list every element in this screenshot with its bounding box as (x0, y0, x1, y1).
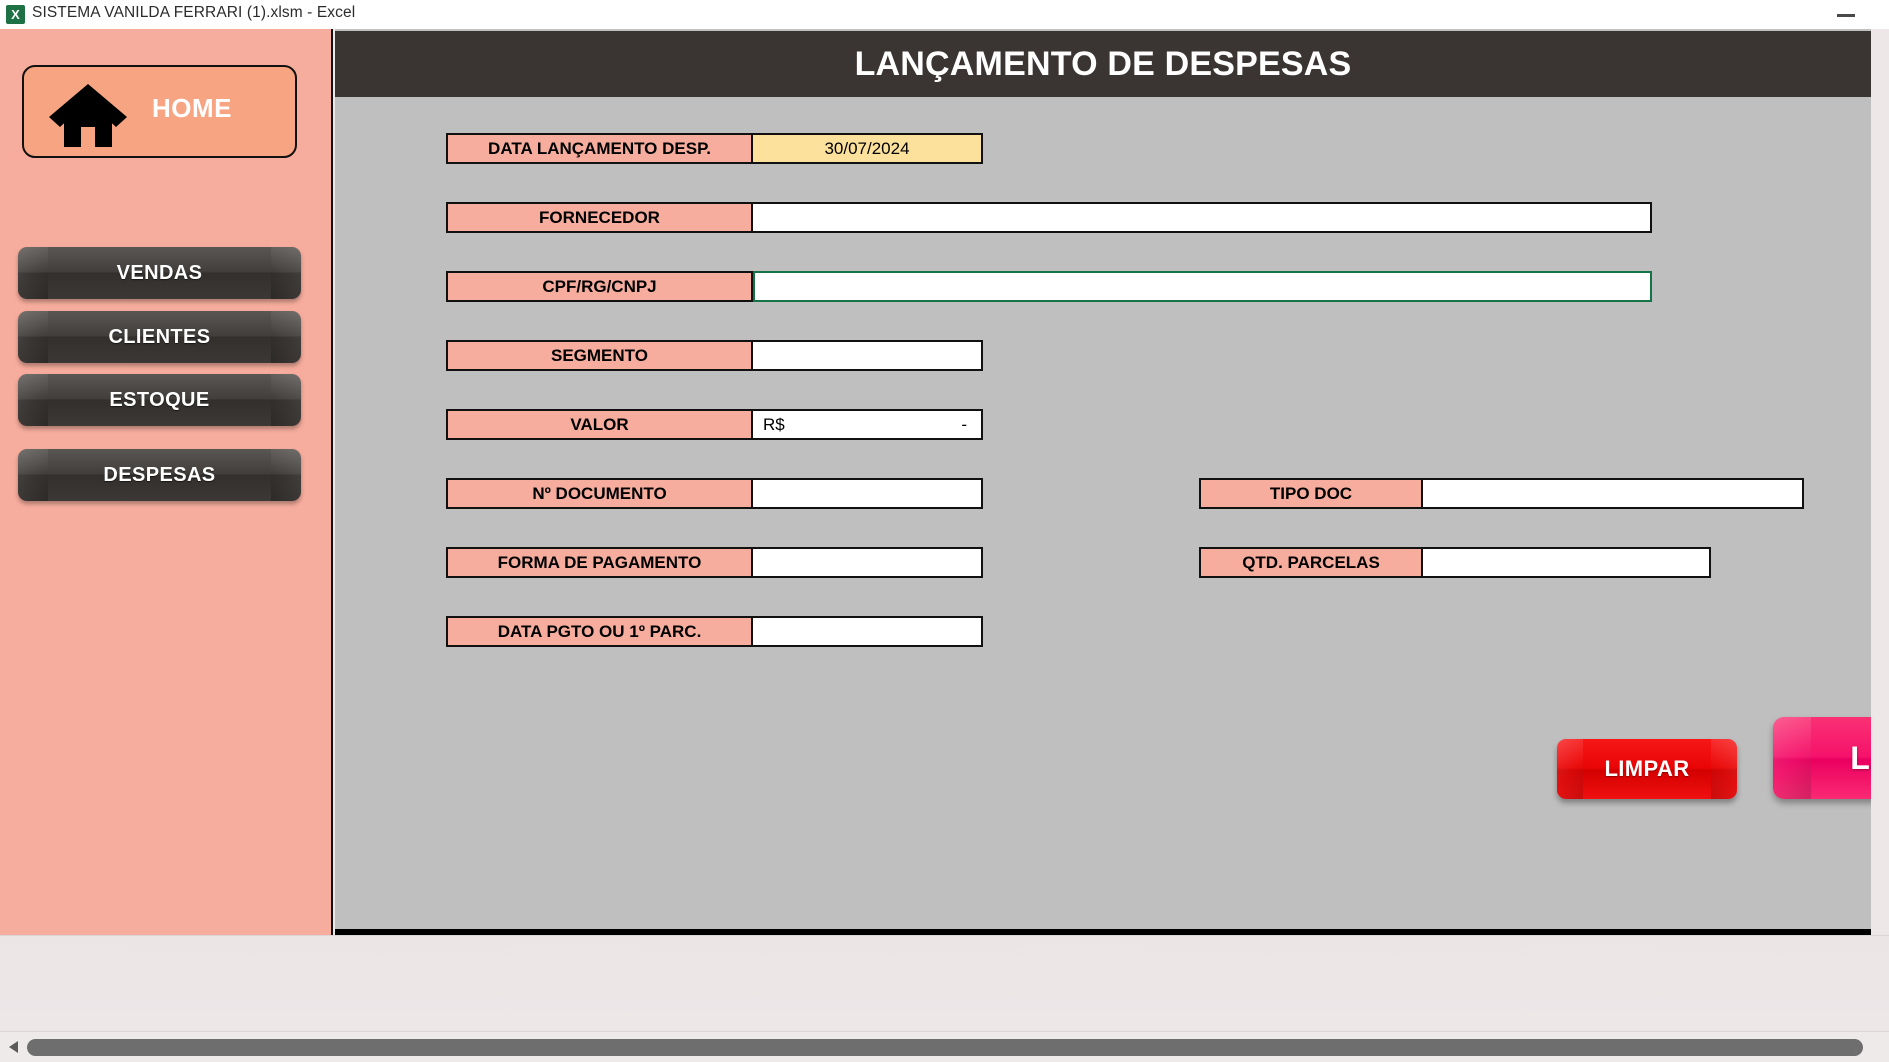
sidebar-item-label-vendas: VENDAS (116, 262, 203, 284)
field-label-data-pgto: DATA PGTO OU 1º PARC. (446, 616, 753, 647)
field-input-fornecedor[interactable] (753, 202, 1652, 233)
field-row-forma-pagamento: FORMA DE PAGAMENTO (446, 547, 983, 578)
window-title: SISTEMA VANILDA FERRARI (1).xlsm - Excel (32, 4, 356, 21)
scroll-left-arrow-icon[interactable] (4, 1037, 24, 1057)
minimize-button[interactable] (1823, 0, 1869, 28)
valor-currency-symbol: R$ (763, 415, 785, 434)
field-label-segmento: SEGMENTO (446, 340, 753, 371)
field-row-fornecedor: FORNECEDOR (446, 202, 1652, 233)
field-row-qtd-parcelas: QTD. PARCELAS (1199, 547, 1711, 578)
workbook-sheet-area: HOME VENDAS CLIENTES ESTOQUE DESPESAS LA… (0, 29, 1889, 1062)
field-label-fornecedor: FORNECEDOR (446, 202, 753, 233)
sidebar-item-estoque[interactable]: ESTOQUE (18, 374, 301, 426)
triangle-left-icon (9, 1041, 18, 1053)
home-icon (49, 84, 127, 147)
field-label-data-lancamento: DATA LANÇAMENTO DESP. (446, 133, 753, 164)
excel-bottom-chrome (0, 935, 1889, 1062)
field-label-qtd-parcelas: QTD. PARCELAS (1199, 547, 1423, 578)
field-label-valor: VALOR (446, 409, 753, 440)
sidebar-item-label-home: HOME (152, 93, 232, 123)
field-row-segmento: SEGMENTO (446, 340, 983, 371)
field-row-numero-documento: Nº DOCUMENTO (446, 478, 983, 509)
page-title: LANÇAMENTO DE DESPESAS (854, 45, 1352, 83)
sidebar-item-vendas[interactable]: VENDAS (18, 247, 301, 299)
field-input-valor[interactable]: R$ - (753, 409, 983, 440)
submit-button[interactable]: LANÇAR (1773, 717, 1871, 799)
field-input-data-pgto[interactable] (753, 616, 983, 647)
horizontal-scrollbar-thumb[interactable] (27, 1039, 1863, 1056)
submit-button-label: LANÇAR (1850, 740, 1871, 776)
minimize-icon (1837, 14, 1855, 17)
clear-button[interactable]: LIMPAR (1557, 739, 1737, 799)
field-row-cpf-rg-cnpj: CPF/RG/CNPJ (446, 271, 1652, 302)
sidebar-item-label-clientes: CLIENTES (108, 326, 211, 348)
main-panel: LANÇAMENTO DE DESPESAS DATA LANÇAMENTO D… (335, 29, 1871, 936)
field-label-cpf-rg-cnpj: CPF/RG/CNPJ (446, 271, 753, 302)
clear-button-label: LIMPAR (1604, 756, 1690, 781)
sheet-tab-strip[interactable] (0, 935, 1889, 1027)
field-input-segmento[interactable] (753, 340, 983, 371)
field-label-forma-pagamento: FORMA DE PAGAMENTO (446, 547, 753, 578)
horizontal-scrollbar[interactable] (0, 1031, 1889, 1062)
sidebar-item-label-despesas: DESPESAS (103, 464, 216, 486)
field-input-data-lancamento[interactable]: 30/07/2024 (753, 133, 983, 164)
sidebar-item-despesas[interactable]: DESPESAS (18, 449, 301, 501)
sidebar-item-label-estoque: ESTOQUE (109, 389, 210, 411)
excel-title-bar: X SISTEMA VANILDA FERRARI (1).xlsm - Exc… (0, 0, 1889, 29)
application-canvas: HOME VENDAS CLIENTES ESTOQUE DESPESAS LA… (0, 29, 1871, 936)
field-input-tipo-doc[interactable] (1423, 478, 1804, 509)
field-input-cpf-rg-cnpj[interactable] (753, 271, 1652, 302)
page-header: LANÇAMENTO DE DESPESAS (335, 31, 1871, 97)
field-label-numero-documento: Nº DOCUMENTO (446, 478, 753, 509)
field-input-qtd-parcelas[interactable] (1423, 547, 1711, 578)
field-row-tipo-doc: TIPO DOC (1199, 478, 1804, 509)
valor-amount: - (961, 415, 967, 434)
field-row-data-lancamento: DATA LANÇAMENTO DESP. 30/07/2024 (446, 133, 983, 164)
field-row-valor: VALOR R$ - (446, 409, 983, 440)
excel-app-icon: X (6, 5, 25, 24)
field-input-numero-documento[interactable] (753, 478, 983, 509)
field-input-forma-pagamento[interactable] (753, 547, 983, 578)
sidebar-item-clientes[interactable]: CLIENTES (18, 311, 301, 363)
field-row-data-pgto: DATA PGTO OU 1º PARC. (446, 616, 983, 647)
sidebar-item-home[interactable]: HOME (22, 65, 297, 158)
field-label-tipo-doc: TIPO DOC (1199, 478, 1423, 509)
sidebar: HOME VENDAS CLIENTES ESTOQUE DESPESAS (0, 29, 333, 936)
